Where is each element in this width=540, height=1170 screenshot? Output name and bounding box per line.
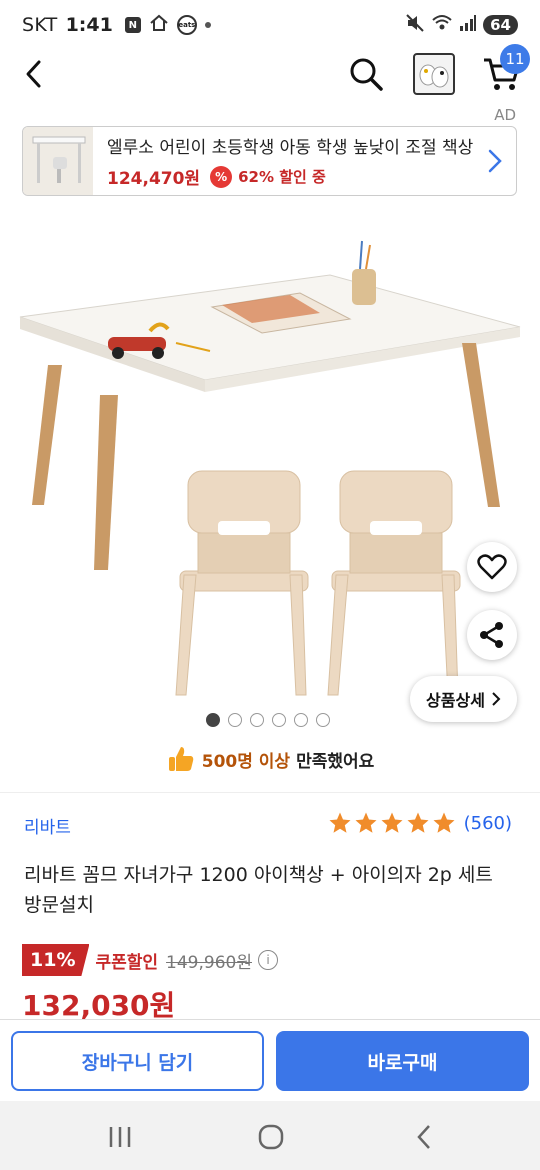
ad-product-image	[23, 127, 93, 195]
clock: 1:41	[65, 14, 113, 36]
satisfaction-banner: 500명 이상 만족했어요	[0, 744, 540, 774]
carrier-label: SKT	[22, 14, 58, 36]
star-icon	[329, 812, 351, 833]
chevron-right-icon	[492, 692, 501, 706]
ad-discount: 62% 할인 중	[238, 168, 326, 186]
final-price: 132,030원	[22, 989, 176, 1022]
chevron-left-icon	[26, 60, 41, 88]
naver-notification-icon: N	[124, 17, 141, 33]
home-icon	[258, 1124, 284, 1150]
purchase-bar: 장바구니 담기 바로구매	[0, 1019, 540, 1101]
coupon-label: 쿠폰할인	[95, 952, 159, 973]
ad-banner[interactable]: 엘루소 어린이 초등학생 아동 학생 높낮이 조절 책상 124,470원 % …	[22, 126, 517, 196]
star-icon	[433, 812, 455, 833]
gallery-dot[interactable]	[294, 713, 308, 727]
search-icon	[350, 58, 383, 91]
status-bar: SKT 1:41 N eats 64	[0, 0, 540, 50]
satisfaction-count: 500명 이상	[201, 751, 291, 772]
rating[interactable]: (560)	[328, 811, 512, 835]
shoes-thumbnail-icon	[419, 64, 449, 88]
gallery-dot[interactable]	[272, 713, 286, 727]
discount-percent-icon: %	[210, 165, 233, 188]
back-arrow-icon	[417, 1125, 430, 1149]
recent-apps-icon	[109, 1127, 131, 1147]
mute-icon	[405, 13, 425, 38]
wishlist-button[interactable]	[467, 542, 517, 592]
share-button[interactable]	[467, 610, 517, 660]
home-button[interactable]	[253, 1119, 289, 1155]
home-notification-icon	[149, 13, 169, 38]
star-icon	[381, 812, 403, 833]
price-row: 11% 쿠폰할인 149,960원 i	[22, 944, 278, 976]
wifi-icon	[431, 13, 453, 38]
satisfaction-text: 만족했어요	[296, 751, 375, 772]
recent-product-thumbnail[interactable]	[413, 53, 455, 95]
product-title: 리바트 꼼므 자녀가구 1200 아이책상 + 아이의자 2p 세트 방문설치	[24, 864, 493, 916]
more-notifications-icon	[204, 22, 211, 28]
ad-price: 124,470원	[107, 169, 201, 189]
divider	[0, 792, 540, 793]
ad-title: 엘루소 어린이 초등학생 아동 학생 높낮이 조절 책상	[107, 138, 474, 158]
star-icon	[355, 812, 377, 833]
ad-label: AD	[494, 106, 516, 124]
product-detail-label: 상품상세	[426, 691, 485, 710]
signal-icon	[459, 14, 477, 37]
share-icon	[480, 622, 503, 648]
review-count[interactable]: (560)	[464, 813, 512, 834]
battery-indicator: 64	[483, 15, 518, 35]
heart-icon	[477, 554, 507, 580]
buy-now-button[interactable]: 바로구매	[276, 1031, 529, 1091]
cart-count-badge: 11	[500, 44, 530, 74]
gallery-dot[interactable]	[250, 713, 264, 727]
system-back-button[interactable]	[406, 1119, 442, 1155]
info-icon[interactable]: i	[258, 950, 278, 970]
original-price: 149,960원	[166, 952, 252, 973]
star-icon	[407, 812, 429, 833]
product-image[interactable]	[0, 225, 540, 715]
thumbs-up-icon	[168, 747, 193, 771]
recent-apps-button[interactable]	[102, 1119, 138, 1155]
gallery-dot[interactable]	[316, 713, 330, 727]
gallery-dot[interactable]	[206, 713, 220, 727]
back-button[interactable]	[18, 58, 50, 90]
app-header	[0, 50, 540, 100]
discount-badge: 11%	[22, 944, 90, 976]
eats-notification-icon: eats	[176, 15, 197, 35]
brand-link[interactable]: 리바트	[24, 813, 71, 838]
gallery-dot[interactable]	[228, 713, 242, 727]
add-to-cart-button[interactable]: 장바구니 담기	[11, 1031, 264, 1091]
chevron-right-icon	[482, 141, 508, 181]
search-button[interactable]	[348, 56, 384, 92]
system-nav-bar	[0, 1101, 540, 1170]
gallery-pagination	[0, 713, 538, 727]
